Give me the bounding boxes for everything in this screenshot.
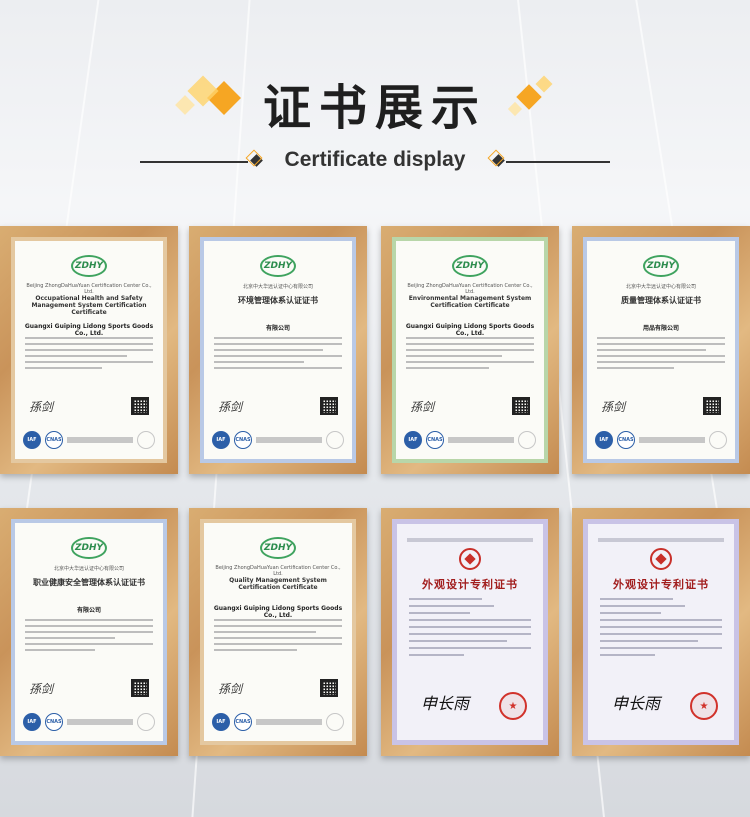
certificate-company: Guangxi Guiping Lidong Sports Goods Co.,… [405, 323, 535, 337]
zdhy-logo: ZDHY [71, 255, 107, 277]
signature: 孫剑 [601, 400, 626, 414]
certificate-company: 用品有限公司 [642, 325, 679, 332]
certificate-body [406, 337, 534, 373]
certificate-frame: ZDHY Beijing ZhongDaHuaYuan Certificatio… [189, 508, 367, 756]
signature: 孫剑 [410, 400, 435, 414]
national-emblem-icon [459, 548, 481, 570]
certificate-org: 北京中大华远认证中心有限公司 [53, 566, 124, 572]
qr-code [512, 397, 530, 415]
certificate: ZDHY 北京中大华远认证中心有限公司 职业健康安全管理体系认证证书 有限公司 … [11, 519, 167, 745]
seal-icon [137, 713, 155, 731]
cnas-logo: CNAS [617, 431, 635, 449]
page-subtitle: Certificate display [284, 148, 466, 171]
certificate: ZDHY 北京中大华远认证中心有限公司 环境管理体系认证证书 有限公司 孫剑 I… [200, 237, 356, 463]
certificate-frame: ZDHY Beijing ZhongDaHuaYuan Certificatio… [0, 226, 178, 474]
section-header: 证书展示 Certificate display [0, 0, 750, 210]
certificate-frame: ZDHY 北京中大华远认证中心有限公司 环境管理体系认证证书 有限公司 孫剑 I… [189, 226, 367, 474]
iaf-logo: IAF [404, 431, 422, 449]
zdhy-logo: ZDHY [260, 537, 296, 559]
accreditation-badges: IAF CNAS [212, 431, 344, 449]
certificate-org: Beijing ZhongDaHuaYuan Certification Cen… [26, 283, 152, 295]
certificate-org: 北京中大华远认证中心有限公司 [625, 284, 696, 290]
iaf-logo: IAF [23, 431, 41, 449]
certificate: ZDHY 北京中大华远认证中心有限公司 质量管理体系认证证书 用品有限公司 孫剑… [583, 237, 739, 463]
official-seal-icon: ★ [499, 692, 527, 720]
cnas-logo: CNAS [45, 431, 63, 449]
qr-code [320, 679, 338, 697]
iaf-logo: IAF [212, 713, 230, 731]
certificate-company: 有限公司 [265, 325, 290, 332]
seal-icon [518, 431, 536, 449]
patent-certificate: 外观设计专利证书 申长雨 ★ [583, 519, 739, 745]
certificate-title: Environmental Management System Certific… [408, 295, 532, 309]
seal-icon [326, 713, 344, 731]
certificate: ZDHY Beijing ZhongDaHuaYuan Certificatio… [200, 519, 356, 745]
certificate-company: Guangxi Guiping Lidong Sports Goods Co.,… [213, 605, 343, 619]
patent-certificate: 外观设计专利证书 申长雨 ★ [392, 519, 548, 745]
zdhy-logo: ZDHY [643, 255, 679, 277]
qr-code [320, 397, 338, 415]
patent-title: 外观设计专利证书 [613, 578, 709, 591]
signature: 孫剑 [29, 682, 54, 696]
national-emblem-icon [650, 548, 672, 570]
cnas-logo: CNAS [426, 431, 444, 449]
certificate: ZDHY Beijing ZhongDaHuaYuan Certificatio… [392, 237, 548, 463]
certificate-org: Beijing ZhongDaHuaYuan Certification Cen… [407, 283, 533, 295]
page-title: 证书展示 [262, 80, 487, 136]
signature: 申长雨 [421, 694, 470, 713]
certificate-frame: 外观设计专利证书 申长雨 ★ [572, 508, 750, 756]
zdhy-logo: ZDHY [260, 255, 296, 277]
qr-code [131, 679, 149, 697]
certificate-company: 有限公司 [76, 607, 101, 614]
accreditation-badges: IAF CNAS [595, 431, 727, 449]
certificate-frame: ZDHY 北京中大华远认证中心有限公司 职业健康安全管理体系认证证书 有限公司 … [0, 508, 178, 756]
signature: 孫剑 [218, 682, 243, 696]
zdhy-logo: ZDHY [71, 537, 107, 559]
signature: 申长雨 [612, 694, 661, 713]
certificate-body [597, 337, 725, 373]
patent-body [600, 598, 722, 661]
iaf-logo: IAF [23, 713, 41, 731]
certificate-org: Beijing ZhongDaHuaYuan Certification Cen… [215, 565, 341, 577]
cnas-logo: CNAS [45, 713, 63, 731]
official-seal-icon: ★ [690, 692, 718, 720]
zdhy-logo: ZDHY [452, 255, 488, 277]
seal-icon [326, 431, 344, 449]
accreditation-badges: IAF CNAS [23, 713, 155, 731]
signature: 孫剑 [218, 400, 243, 414]
certificate-org: 北京中大华远认证中心有限公司 [242, 284, 313, 290]
patent-body [409, 598, 531, 661]
cnas-logo: CNAS [234, 713, 252, 731]
certificate-title: Quality Management System Certification … [229, 577, 327, 591]
accreditation-badges: IAF CNAS [404, 431, 536, 449]
certificate: ZDHY Beijing ZhongDaHuaYuan Certificatio… [11, 237, 167, 463]
certificate-title: 职业健康安全管理体系认证证书 [33, 578, 145, 587]
certificate-body [214, 337, 342, 373]
certificate-title: Occupational Health and Safety Managemen… [31, 295, 147, 316]
signature: 孫剑 [29, 400, 54, 414]
certificate-company: Guangxi Guiping Lidong Sports Goods Co.,… [24, 323, 154, 337]
certificate-body [25, 619, 153, 655]
qr-code [703, 397, 721, 415]
patent-title: 外观设计专利证书 [422, 578, 518, 591]
iaf-logo: IAF [212, 431, 230, 449]
iaf-logo: IAF [595, 431, 613, 449]
seal-icon [709, 431, 727, 449]
certificate-frame: ZDHY Beijing ZhongDaHuaYuan Certificatio… [381, 226, 559, 474]
qr-code [131, 397, 149, 415]
accreditation-badges: IAF CNAS [212, 713, 344, 731]
accreditation-badges: IAF CNAS [23, 431, 155, 449]
cnas-logo: CNAS [234, 431, 252, 449]
seal-icon [137, 431, 155, 449]
certificate-frame: ZDHY 北京中大华远认证中心有限公司 质量管理体系认证证书 用品有限公司 孫剑… [572, 226, 750, 474]
certificate-title: 质量管理体系认证证书 [621, 296, 701, 305]
certificate-frame: 外观设计专利证书 申长雨 ★ [381, 508, 559, 756]
certificate-title: 环境管理体系认证证书 [238, 296, 318, 305]
certificate-body [214, 619, 342, 655]
certificate-body [25, 337, 153, 373]
